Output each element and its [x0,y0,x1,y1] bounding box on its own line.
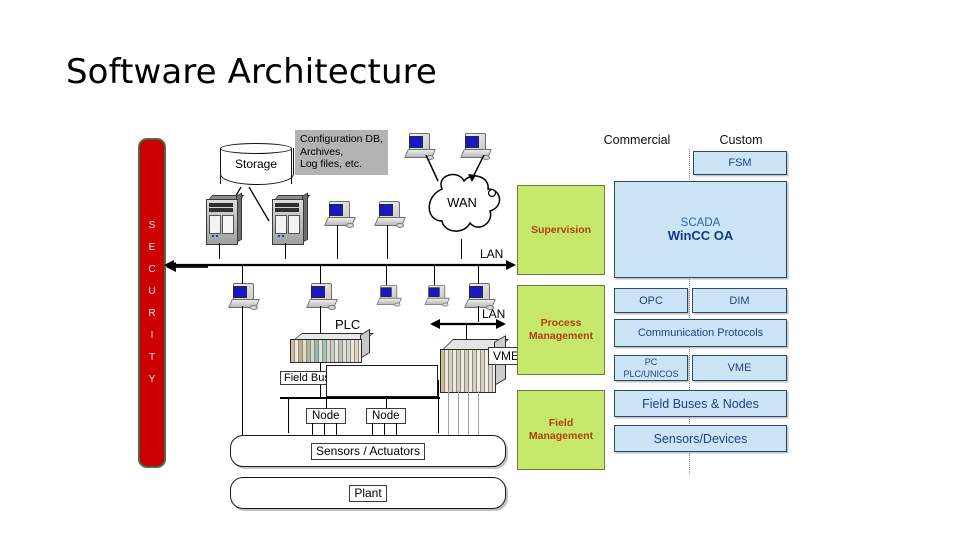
server-icon [272,192,311,245]
security-letter: E [148,242,156,253]
node-box-2: Node [366,406,406,424]
column-header-custom: Custom [719,133,763,147]
security-letter: U [148,286,156,297]
node-leg [336,423,338,435]
node-leg [384,423,386,435]
layer-label-line: Management [528,430,594,442]
stack-field-buses-nodes: Field Buses & Nodes [614,390,787,417]
wan-links [416,154,496,183]
stack-label: FSM [728,157,752,169]
plc-uplink [320,306,322,335]
page-title: Software Architecture [66,52,437,92]
storage-label: Storage [234,157,278,171]
sensors-actuators-box: Sensors / Actuators [230,435,506,467]
lan-top-bus [164,258,516,270]
security-arrow [166,259,208,272]
vme-cable [458,391,460,435]
lan-riser [242,264,244,284]
security-letter: Y [148,374,156,385]
security-letter: I [150,330,154,341]
column-header-commercial: Commercial [603,133,671,147]
stack-communication-protocols: Communication Protocols [614,319,787,347]
layer-label: Supervision [530,223,592,236]
stack-label: Field Buses & Nodes [642,396,759,411]
layer-field-management: Field Management [517,390,605,470]
node-label: Node [366,408,406,424]
slide-canvas: Software Architecture S E C U R I T Y St… [0,0,960,540]
stack-dim: DIM [692,288,787,313]
node-box-1: Node [306,406,346,424]
security-letter: C [148,264,156,275]
security-letter: S [148,220,156,231]
plant-box: Plant [230,477,506,509]
left-pc-dropline [242,306,244,435]
stack-label: DIM [729,294,750,307]
stack-label: OPC [639,294,663,307]
lan-riser [320,264,322,284]
sensors-actuators-label: Sensors / Actuators [310,442,426,460]
stack-label-line: PC [644,357,658,367]
plc-label: PLC [335,317,361,332]
vme-cable [448,391,450,435]
stack-sensors-devices: Sensors/Devices [614,425,787,452]
note-line: Log files, etc. [300,158,362,170]
security-letter: T [148,352,156,363]
lan-riser [478,264,480,284]
stack-vme: VME [692,355,787,381]
stack-scada-wincc-oa: SCADA WinCC OA [614,181,787,278]
plant-label: Plant [349,484,387,502]
security-letter: R [148,308,156,319]
security-bar: S E C U R I T Y [138,138,166,468]
lan-riser [386,264,388,285]
lan-riser [434,264,436,285]
field-bus-drop [288,397,290,433]
layer-label-line: Field [548,417,574,429]
stack-opc: OPC [614,288,688,313]
plc-rack-icon [290,328,374,363]
stack-label-line: PLC/UNICOS [623,369,679,379]
node-label: Node [306,408,346,424]
layer-process-management: Process Management [517,285,605,375]
wan-label: WAN [447,195,477,210]
lan-drop [461,239,463,259]
vme-lan-bus [430,317,506,329]
storage-cylinder-icon: Storage [220,143,294,189]
software-architecture-diagram: S E C U R I T Y Storage Configuration DB… [130,125,810,515]
stack-fsm: FSM [693,151,787,175]
field-bus-segment-box [326,365,438,397]
lan-drop [387,225,389,259]
lan-drop [219,243,221,259]
note-line: Archives, [300,145,344,158]
lan-drop [285,243,287,259]
note-line: Configuration DB, [300,133,383,145]
stack-label: Communication Protocols [637,327,764,339]
stack-label: VME [727,362,752,374]
node-leg [396,423,398,435]
node-leg [372,423,374,435]
server-icon [206,192,245,245]
scada-line-2: WinCC OA [667,228,734,243]
field-bus-line [280,397,440,399]
lan-drop [337,225,339,259]
node-leg [312,423,314,435]
layer-label-line: Process [540,317,582,329]
vme-cable [468,391,470,435]
node-leg [324,423,326,435]
stack-label: Sensors/Devices [653,431,748,446]
vme-cable [478,391,480,435]
layer-label-line: Management [528,330,594,342]
configuration-db-note: Configuration DB, Archives, Log files, e… [295,130,388,175]
stack-pc-plc-unicos: PC PLC/UNICOS [614,355,688,381]
layer-supervision: Supervision [517,185,605,275]
